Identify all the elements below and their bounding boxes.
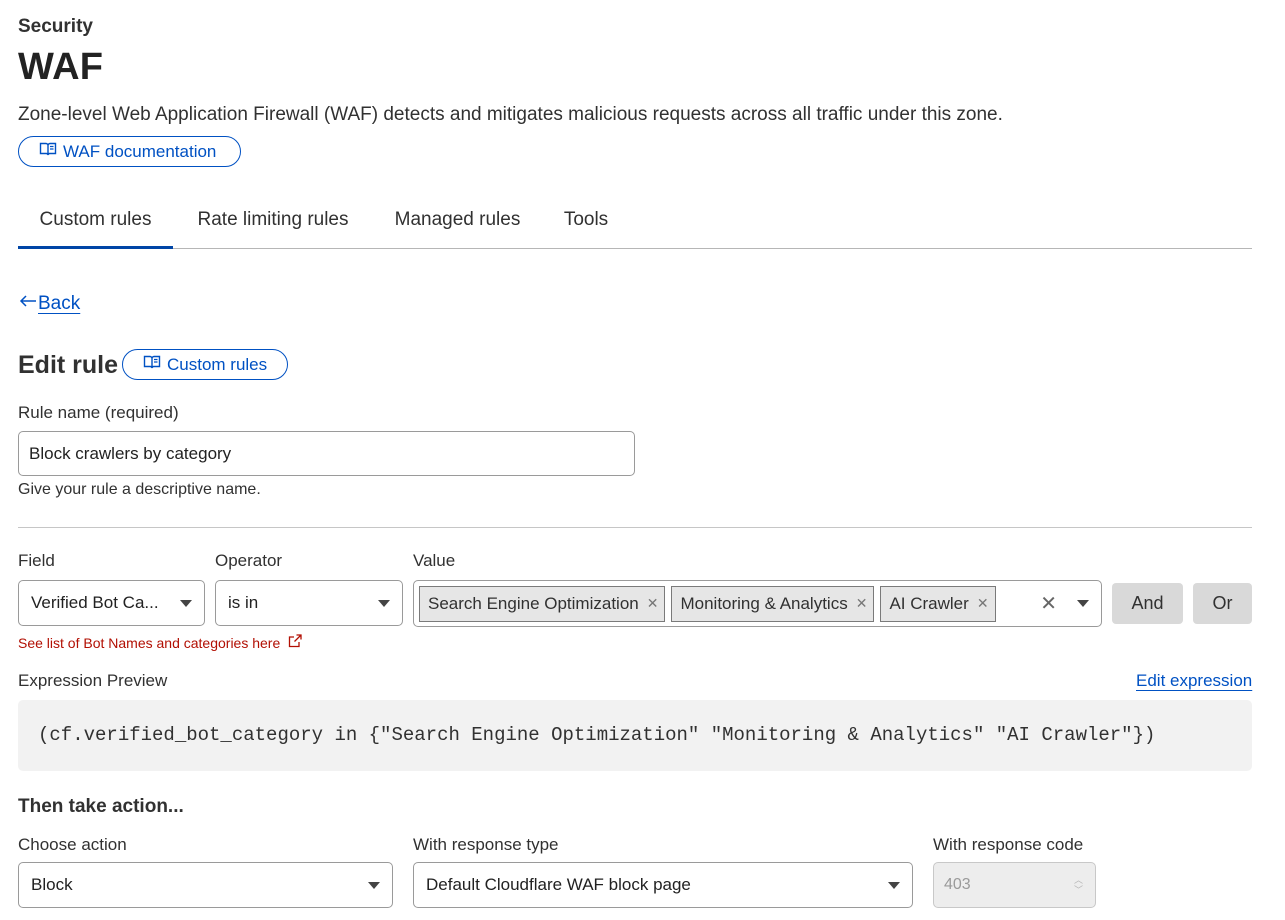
- page-title: WAF: [18, 46, 104, 88]
- bot-categories-link[interactable]: See list of Bot Names and categories her…: [18, 634, 302, 651]
- waf-documentation-label: WAF documentation: [63, 141, 217, 161]
- rules-tabs: Custom rules Rate limiting rules Managed…: [18, 198, 1252, 249]
- edit-rule-title: Edit rule: [18, 351, 119, 379]
- tab-rate-limiting-rules[interactable]: Rate limiting rules: [193, 198, 353, 248]
- field-label: Field: [18, 551, 55, 570]
- expression-preview-label: Expression Preview: [18, 671, 168, 690]
- tab-managed-rules[interactable]: Managed rules: [391, 198, 524, 248]
- value-chip: Monitoring & Analytics ✕: [671, 585, 875, 622]
- response-code-label: With response code: [933, 835, 1084, 854]
- chevron-down-icon: [368, 881, 380, 889]
- chevron-down-icon: [888, 881, 900, 889]
- response-type-value: Default Cloudflare WAF block page: [426, 875, 691, 894]
- stepper-icon: ︿ ﹀: [1073, 875, 1083, 895]
- rule-name-input[interactable]: Block crawlers by category: [18, 431, 635, 476]
- then-take-action-title: Then take action...: [18, 796, 184, 817]
- field-select-value: Verified Bot Ca...: [31, 593, 159, 612]
- tab-custom-rules[interactable]: Custom rules: [18, 198, 173, 249]
- book-icon: [39, 141, 57, 162]
- bot-categories-link-label: See list of Bot Names and categories her…: [18, 634, 281, 651]
- book-icon: [143, 354, 161, 375]
- field-select[interactable]: Verified Bot Ca...: [18, 580, 205, 626]
- page-description: Zone-level Web Application Firewall (WAF…: [18, 104, 1003, 125]
- operator-select[interactable]: is in: [215, 580, 403, 626]
- choose-action-label: Choose action: [18, 835, 127, 854]
- external-link-icon: [288, 634, 302, 651]
- chevron-down-icon: [378, 599, 390, 607]
- value-chip: AI Crawler ✕: [880, 585, 996, 622]
- or-button[interactable]: Or: [1193, 583, 1252, 624]
- arrow-left-icon: [18, 293, 38, 315]
- back-label: Back: [38, 293, 81, 314]
- operator-label: Operator: [215, 551, 283, 570]
- remove-chip-icon[interactable]: ✕: [647, 595, 659, 612]
- chevron-down-icon: [180, 599, 192, 607]
- back-link[interactable]: Back: [18, 293, 80, 315]
- chevron-down-icon[interactable]: [1077, 600, 1089, 607]
- rule-name-label: Rule name (required): [18, 403, 179, 422]
- value-chip-label: Search Engine Optimization: [428, 593, 639, 613]
- rule-name-hint: Give your rule a descriptive name.: [18, 481, 261, 498]
- custom-rules-doc-label: Custom rules: [167, 354, 268, 374]
- value-chip: Search Engine Optimization ✕: [419, 585, 666, 622]
- value-chip-label: Monitoring & Analytics: [680, 593, 848, 613]
- value-label: Value: [413, 551, 456, 570]
- operator-select-value: is in: [228, 593, 259, 612]
- expression-preview: (cf.verified_bot_category in {"Search En…: [18, 700, 1252, 771]
- choose-action-select[interactable]: Block: [18, 862, 393, 908]
- and-button[interactable]: And: [1112, 583, 1183, 624]
- response-type-label: With response type: [413, 835, 559, 854]
- custom-rules-documentation-button[interactable]: Custom rules: [122, 349, 288, 380]
- response-code-value: 403: [944, 876, 971, 893]
- breadcrumb-section: Security: [18, 16, 93, 37]
- remove-chip-icon[interactable]: ✕: [856, 595, 868, 612]
- tab-tools[interactable]: Tools: [563, 198, 609, 248]
- waf-documentation-button[interactable]: WAF documentation: [18, 136, 241, 167]
- value-multiselect[interactable]: Search Engine Optimization ✕ Monitoring …: [413, 580, 1102, 627]
- choose-action-value: Block: [31, 875, 73, 894]
- response-type-select[interactable]: Default Cloudflare WAF block page: [413, 862, 913, 908]
- edit-expression-link[interactable]: Edit expression: [1136, 671, 1252, 691]
- divider: [18, 527, 1252, 528]
- value-chip-label: AI Crawler: [889, 593, 969, 613]
- remove-chip-icon[interactable]: ✕: [977, 595, 989, 612]
- clear-values-icon[interactable]: ✕: [1040, 591, 1057, 616]
- response-code-input: 403 ︿ ﹀: [933, 862, 1096, 908]
